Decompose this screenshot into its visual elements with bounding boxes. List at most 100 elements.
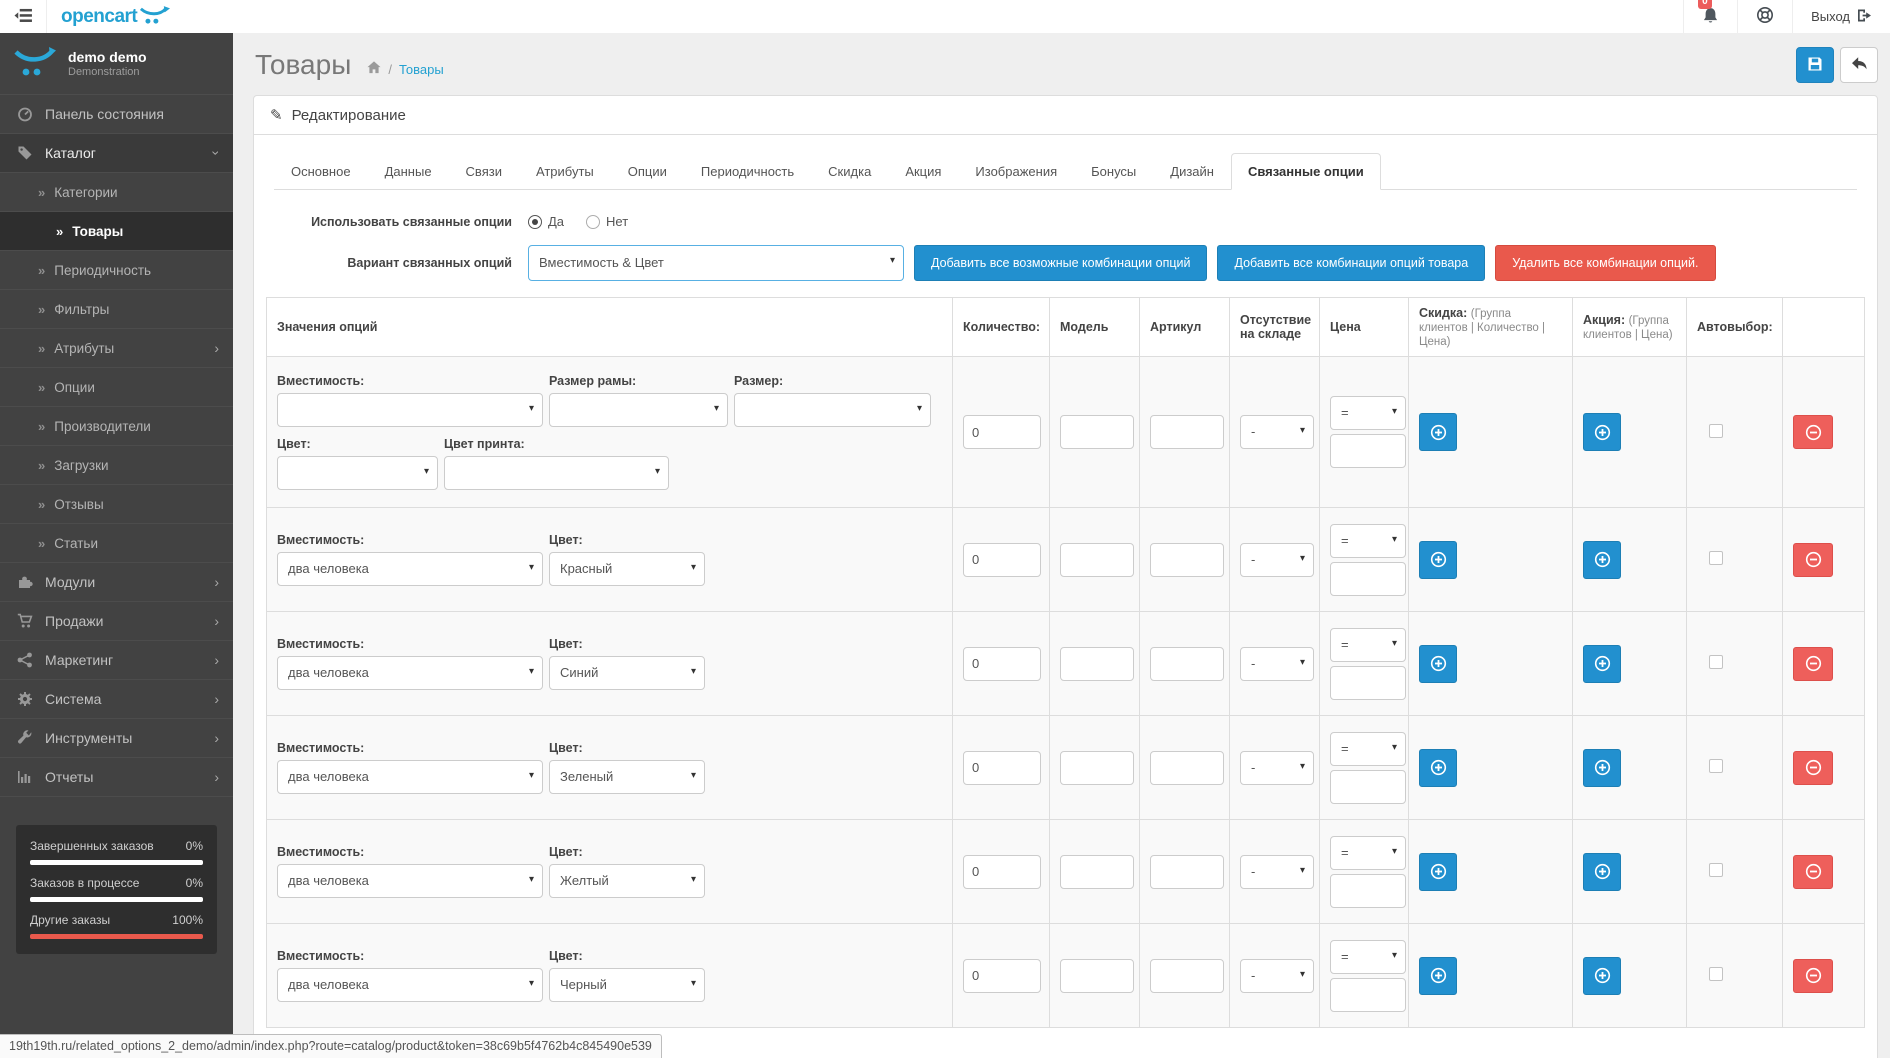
home-icon[interactable] [367, 61, 381, 77]
option-value-select[interactable]: два человека▾ [277, 968, 543, 1002]
model-input[interactable] [1060, 959, 1134, 993]
logout-button[interactable]: Выход [1792, 0, 1890, 33]
price-input[interactable] [1330, 434, 1406, 468]
option-value-select[interactable]: ▾ [549, 393, 728, 427]
add-discount-button[interactable] [1419, 853, 1457, 891]
stock-select[interactable]: -▾ [1240, 959, 1314, 993]
price-operator-select[interactable]: =▾ [1330, 524, 1406, 558]
model-input[interactable] [1060, 751, 1134, 785]
tab-design[interactable]: Дизайн [1153, 153, 1231, 190]
sidebar-item-sales[interactable]: Продажи› [0, 602, 233, 641]
price-input[interactable] [1330, 978, 1406, 1012]
delete-row-button[interactable] [1793, 751, 1833, 785]
price-operator-select[interactable]: =▾ [1330, 396, 1406, 430]
sidebar-item-modules[interactable]: Модули› [0, 563, 233, 602]
model-input[interactable] [1060, 415, 1134, 449]
sku-input[interactable] [1150, 959, 1224, 993]
tab-general[interactable]: Основное [274, 153, 368, 190]
tab-discount[interactable]: Скидка [811, 153, 888, 190]
add-special-button[interactable] [1583, 957, 1621, 995]
autoselect-checkbox[interactable] [1709, 551, 1723, 565]
sidebar-item-filters[interactable]: »Фильтры [0, 290, 233, 329]
sidebar-item-options[interactable]: »Опции [0, 368, 233, 407]
option-value-select[interactable]: два человека▾ [277, 656, 543, 690]
tab-rewards[interactable]: Бонусы [1074, 153, 1153, 190]
quantity-input[interactable] [963, 855, 1041, 889]
radio-yes[interactable]: Да [528, 214, 564, 229]
delete-row-button[interactable] [1793, 959, 1833, 993]
delete-row-button[interactable] [1793, 543, 1833, 577]
radio-no[interactable]: Нет [586, 214, 628, 229]
sidebar-item-attributes[interactable]: »Атрибуты› [0, 329, 233, 368]
add-discount-button[interactable] [1419, 541, 1457, 579]
price-input[interactable] [1330, 770, 1406, 804]
option-value-select[interactable]: Желтый▾ [549, 864, 705, 898]
add-special-button[interactable] [1583, 853, 1621, 891]
sidebar-item-categories[interactable]: »Категории [0, 173, 233, 212]
save-button[interactable] [1796, 47, 1834, 83]
sidebar-item-manufacturers[interactable]: »Производители [0, 407, 233, 446]
sidebar-item-system[interactable]: Система› [0, 680, 233, 719]
autoselect-checkbox[interactable] [1709, 967, 1723, 981]
option-value-select[interactable]: два человека▾ [277, 864, 543, 898]
sidebar-item-reports[interactable]: Отчеты› [0, 758, 233, 797]
model-input[interactable] [1060, 855, 1134, 889]
price-operator-select[interactable]: =▾ [1330, 836, 1406, 870]
option-value-select[interactable]: Зеленый▾ [549, 760, 705, 794]
sidebar-item-products[interactable]: »Товары [0, 212, 233, 251]
stock-select[interactable]: -▾ [1240, 415, 1314, 449]
add-special-button[interactable] [1583, 413, 1621, 451]
delete-row-button[interactable] [1793, 647, 1833, 681]
sidebar-item-recurring[interactable]: »Периодичность [0, 251, 233, 290]
tab-special[interactable]: Акция [888, 153, 958, 190]
sku-input[interactable] [1150, 855, 1224, 889]
add-special-button[interactable] [1583, 541, 1621, 579]
menu-toggle-button[interactable] [0, 0, 47, 33]
add-discount-button[interactable] [1419, 957, 1457, 995]
add-product-combinations-button[interactable]: Добавить все комбинации опций товара [1217, 245, 1485, 281]
option-value-select[interactable]: ▾ [277, 456, 438, 490]
quantity-input[interactable] [963, 751, 1041, 785]
price-input[interactable] [1330, 562, 1406, 596]
back-button[interactable] [1840, 47, 1878, 83]
delete-all-combinations-button[interactable]: Удалить все комбинации опций. [1495, 245, 1715, 281]
tab-options[interactable]: Опции [611, 153, 684, 190]
quantity-input[interactable] [963, 415, 1041, 449]
stock-select[interactable]: -▾ [1240, 647, 1314, 681]
sidebar-item-tools[interactable]: Инструменты› [0, 719, 233, 758]
quantity-input[interactable] [963, 959, 1041, 993]
model-input[interactable] [1060, 647, 1134, 681]
add-special-button[interactable] [1583, 749, 1621, 787]
sku-input[interactable] [1150, 415, 1224, 449]
price-input[interactable] [1330, 874, 1406, 908]
add-discount-button[interactable] [1419, 645, 1457, 683]
tab-attributes[interactable]: Атрибуты [519, 153, 611, 190]
tab-links[interactable]: Связи [449, 153, 519, 190]
tab-images[interactable]: Изображения [958, 153, 1074, 190]
option-value-select[interactable]: Черный▾ [549, 968, 705, 1002]
option-value-select[interactable]: ▾ [734, 393, 931, 427]
price-input[interactable] [1330, 666, 1406, 700]
variant-select[interactable]: Вместимость & Цвет ▾ [528, 245, 904, 281]
option-value-select[interactable]: ▾ [444, 456, 669, 490]
sku-input[interactable] [1150, 647, 1224, 681]
sku-input[interactable] [1150, 543, 1224, 577]
tab-recurring[interactable]: Периодичность [684, 153, 811, 190]
stock-select[interactable]: -▾ [1240, 751, 1314, 785]
opencart-logo[interactable]: opencart [47, 5, 184, 28]
option-value-select[interactable]: два человека▾ [277, 760, 543, 794]
price-operator-select[interactable]: =▾ [1330, 940, 1406, 974]
sidebar-item-catalog[interactable]: Каталог› [0, 134, 233, 173]
stock-select[interactable]: -▾ [1240, 855, 1314, 889]
option-value-select[interactable]: Синий▾ [549, 656, 705, 690]
quantity-input[interactable] [963, 647, 1041, 681]
autoselect-checkbox[interactable] [1709, 759, 1723, 773]
tab-related-options[interactable]: Связанные опции [1231, 153, 1381, 190]
sidebar-item-marketing[interactable]: Маркетинг› [0, 641, 233, 680]
add-discount-button[interactable] [1419, 413, 1457, 451]
quantity-input[interactable] [963, 543, 1041, 577]
price-operator-select[interactable]: =▾ [1330, 628, 1406, 662]
add-special-button[interactable] [1583, 645, 1621, 683]
breadcrumb-link-products[interactable]: Товары [399, 62, 444, 77]
sidebar-item-reviews[interactable]: »Отзывы [0, 485, 233, 524]
